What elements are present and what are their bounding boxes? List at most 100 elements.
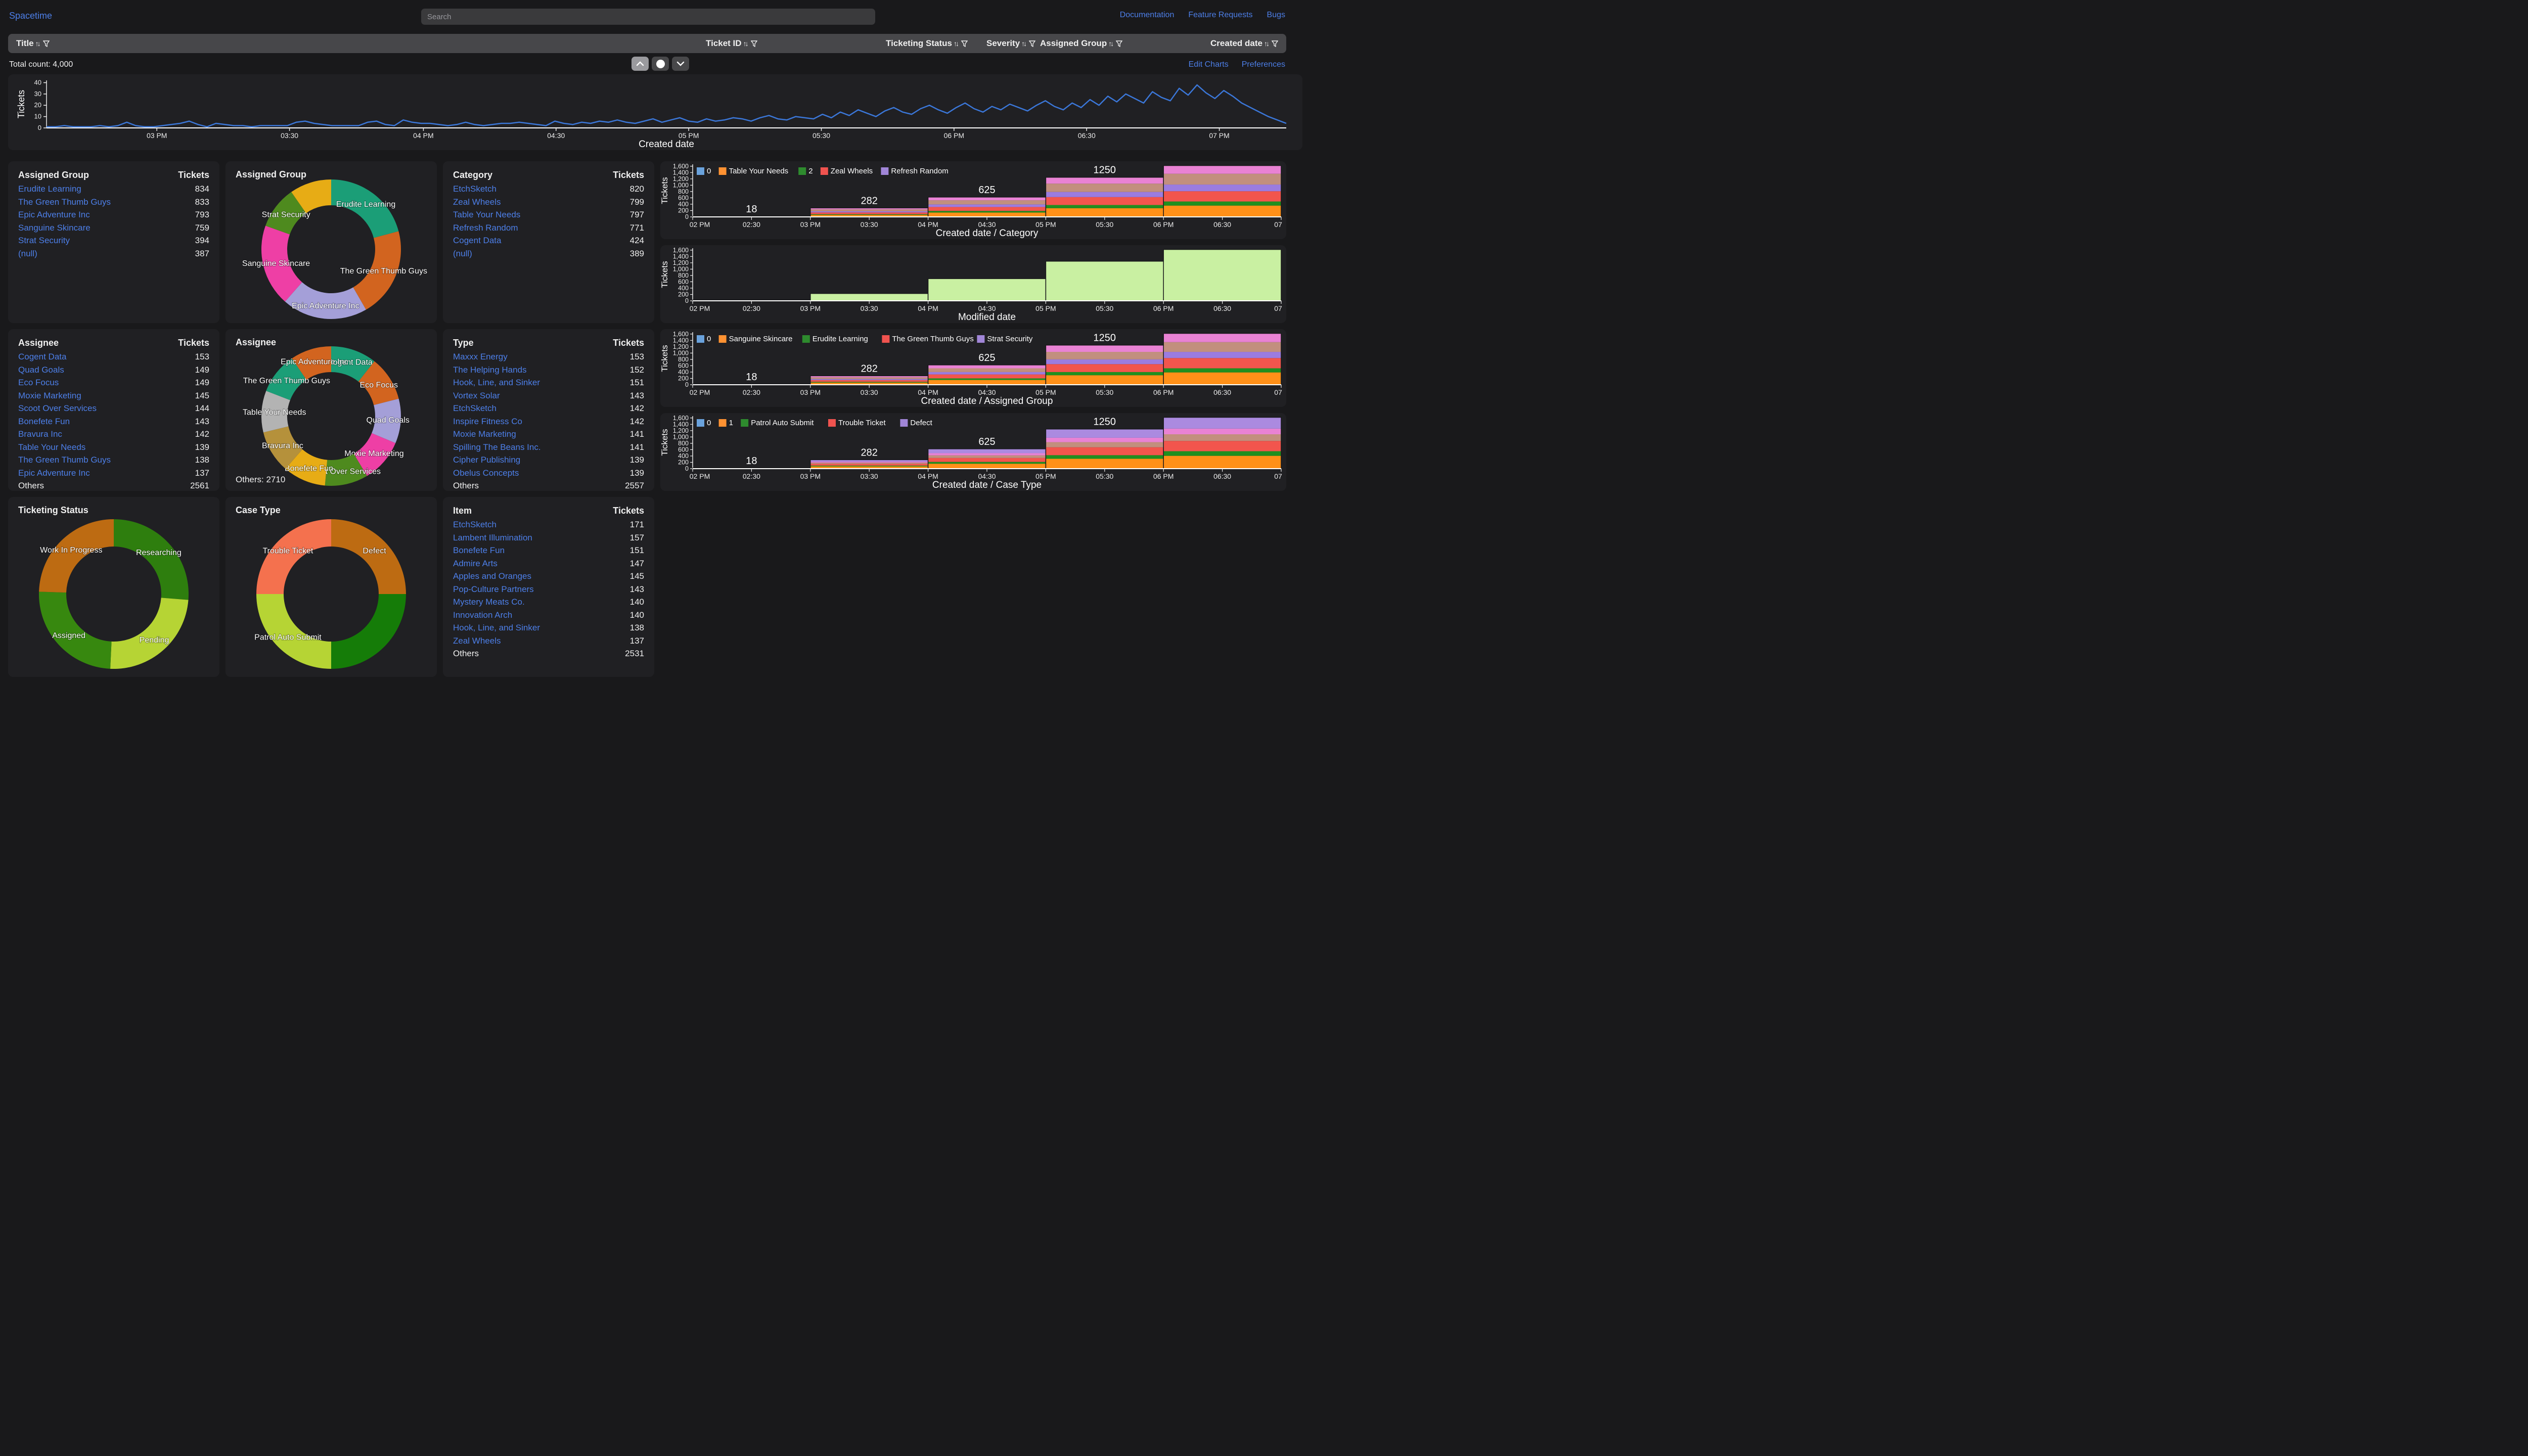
table-row-link[interactable]: Innovation Arch [453, 609, 512, 622]
bar-segment[interactable] [1046, 442, 1163, 447]
table-row-link[interactable]: (null) [18, 247, 37, 260]
table-row-link[interactable]: Epic Adventure Inc [18, 467, 90, 480]
case-type-donut-chart[interactable]: DefectPatrol Auto SubmitTrouble Ticket [225, 497, 437, 677]
donut-slice[interactable] [110, 598, 189, 669]
table-row-link[interactable]: Bravura Inc [18, 428, 62, 441]
sort-icon[interactable]: ↑↓ [1108, 39, 1114, 48]
bar-segment[interactable] [1046, 352, 1163, 359]
table-row-link[interactable]: Sanguine Skincare [18, 221, 91, 235]
table-row-link[interactable]: Refresh Random [453, 221, 518, 235]
bar-segment[interactable] [928, 449, 1046, 453]
bar-segment[interactable] [1046, 447, 1163, 456]
assigned-group-donut-chart[interactable]: Erudite LearningThe Green Thumb GuysEpic… [225, 161, 437, 323]
bar-segment[interactable] [1046, 438, 1163, 442]
table-row-link[interactable]: Zeal Wheels [453, 196, 501, 209]
filter-icon[interactable] [1029, 40, 1035, 47]
table-row-link[interactable]: EtchSketch [453, 518, 496, 531]
bar-segment[interactable] [928, 372, 1046, 375]
bar-segment[interactable] [1046, 184, 1163, 192]
donut-slice[interactable] [39, 519, 114, 593]
bar-segment[interactable] [928, 365, 1046, 369]
bar-segment[interactable] [1046, 364, 1163, 372]
donut-slice[interactable] [256, 594, 331, 669]
bar-segment[interactable] [928, 200, 1046, 204]
bar-segment[interactable] [1163, 185, 1281, 191]
bar-segment[interactable] [1046, 192, 1163, 197]
bar-segment[interactable] [1163, 334, 1281, 342]
bar-segment[interactable] [810, 462, 928, 463]
timeline-chart[interactable]: 01020304003 PM03:3004 PM04:3005 PM05:300… [8, 74, 1302, 150]
bar-segment[interactable] [928, 458, 1046, 462]
bar-segment[interactable] [928, 453, 1046, 455]
bar-segment[interactable] [928, 204, 1046, 207]
bar-segment[interactable] [928, 456, 1046, 458]
bar-segment[interactable] [810, 209, 928, 211]
created-date-category-chart[interactable]: 02004006008001,0001,2001,4001,6001828262… [660, 161, 1286, 239]
bar-segment[interactable] [1046, 455, 1163, 459]
bar-segment[interactable] [1163, 250, 1281, 301]
edit-charts-link[interactable]: Edit Charts [1189, 60, 1229, 69]
search-input[interactable] [421, 9, 875, 25]
bar-segment[interactable] [928, 197, 1046, 200]
table-row-link[interactable]: Spilling The Beans Inc. [453, 441, 541, 454]
bar-segment[interactable] [1163, 451, 1281, 456]
table-row-link[interactable]: Strat Security [18, 234, 70, 247]
bar-segment[interactable] [810, 377, 928, 379]
column-created-date[interactable]: Created date ↑↓ [1210, 34, 1278, 53]
current-position-button[interactable] [652, 57, 669, 71]
created-date-assigned-group-chart[interactable]: 02004006008001,0001,2001,4001,6001828262… [660, 329, 1286, 407]
table-row-link[interactable]: Moxie Marketing [18, 389, 81, 402]
bar-segment[interactable] [1163, 441, 1281, 451]
donut-slice[interactable] [114, 519, 189, 600]
filter-icon[interactable] [751, 40, 757, 47]
bar-segment[interactable] [810, 379, 928, 380]
sort-icon[interactable]: ↑↓ [954, 39, 959, 48]
bar-segment[interactable] [810, 294, 928, 301]
bar-segment[interactable] [1046, 459, 1163, 469]
table-row-link[interactable]: Scoot Over Services [18, 402, 97, 415]
bar-segment[interactable] [1046, 429, 1163, 438]
ticketing-status-donut-chart[interactable]: ResearchingPendingAssignedWork In Progre… [8, 497, 219, 677]
bar-segment[interactable] [1163, 352, 1281, 358]
app-brand-link[interactable]: Spacetime [9, 11, 52, 21]
sort-icon[interactable]: ↑↓ [35, 39, 41, 48]
bar-segment[interactable] [1163, 456, 1281, 469]
column-severity[interactable]: Severity ↑↓ [986, 34, 1035, 53]
bar-segment[interactable] [810, 466, 928, 467]
bar-segment[interactable] [928, 380, 1046, 385]
table-row-link[interactable]: Lambent Illumination [453, 531, 532, 544]
table-row-link[interactable]: Apples and Oranges [453, 570, 531, 583]
modified-date-chart[interactable]: 02004006008001,0001,2001,4001,60002 PM02… [660, 245, 1286, 323]
bar-segment[interactable] [928, 375, 1046, 379]
table-row-link[interactable]: The Green Thumb Guys [18, 196, 111, 209]
bar-segment[interactable] [1163, 174, 1281, 185]
bar-segment[interactable] [810, 380, 928, 382]
table-row-link[interactable]: Bonefete Fun [18, 415, 70, 428]
table-row-link[interactable]: Obelus Concepts [453, 467, 519, 480]
table-row-link[interactable]: (null) [453, 247, 472, 260]
bar-segment[interactable] [928, 378, 1046, 380]
bar-segment[interactable] [1163, 373, 1281, 385]
scroll-down-button[interactable] [672, 57, 689, 71]
bar-segment[interactable] [1163, 429, 1281, 434]
bar-segment[interactable] [1163, 434, 1281, 441]
table-row-link[interactable]: Quad Goals [18, 363, 64, 377]
table-row-link[interactable]: The Helping Hands [453, 363, 527, 377]
bar-segment[interactable] [928, 369, 1046, 372]
bar-segment[interactable] [810, 214, 928, 215]
table-row-link[interactable]: Eco Focus [18, 376, 59, 389]
donut-slice[interactable] [256, 519, 331, 594]
table-row-link[interactable]: Hook, Line, and Sinker [453, 376, 540, 389]
bar-segment[interactable] [1046, 177, 1163, 184]
bar-segment[interactable] [1163, 206, 1281, 217]
table-row-link[interactable]: Bonefete Fun [453, 544, 505, 557]
bar-segment[interactable] [810, 464, 928, 466]
column-title[interactable]: Title ↑↓ [16, 34, 50, 53]
bar-segment[interactable] [1046, 359, 1163, 364]
bar-segment[interactable] [1046, 375, 1163, 385]
filter-icon[interactable] [1272, 40, 1278, 47]
table-row-link[interactable]: Epic Adventure Inc [18, 208, 90, 221]
table-row-link[interactable]: Admire Arts [453, 557, 498, 570]
table-row-link[interactable]: Table Your Needs [453, 208, 520, 221]
bar-segment[interactable] [1046, 208, 1163, 217]
